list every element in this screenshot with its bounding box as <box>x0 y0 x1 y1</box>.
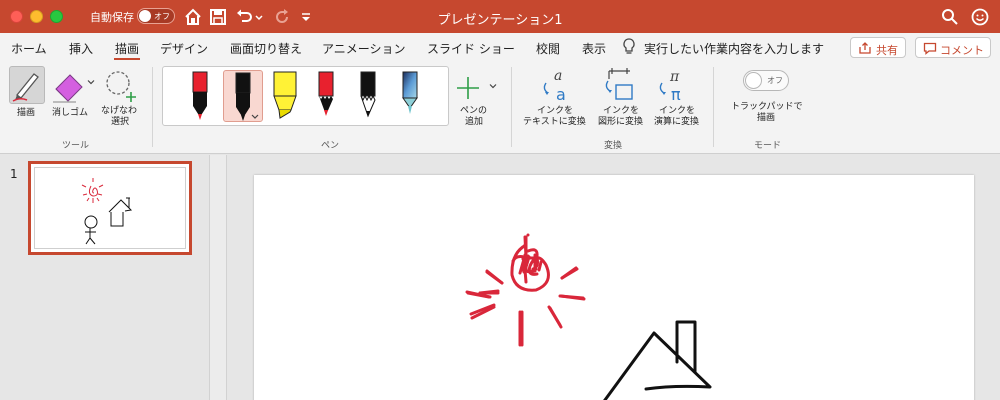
active-tab-indicator <box>114 58 140 60</box>
comments-button[interactable]: コメント <box>915 37 991 58</box>
tab-slideshow[interactable]: スライド ショー <box>427 40 515 57</box>
red-pen-icon <box>192 71 208 120</box>
eraser-dropdown-icon[interactable] <box>86 77 96 87</box>
workspace: 1 <box>0 155 1000 400</box>
lightbulb-icon <box>623 38 635 54</box>
slide-canvas[interactable] <box>254 175 974 400</box>
svg-text:π: π <box>671 85 681 103</box>
red-pencil[interactable] <box>307 70 347 122</box>
svg-text:π: π <box>669 69 680 85</box>
comments-label: コメント <box>940 44 984 57</box>
black-pencil[interactable] <box>349 70 389 122</box>
black-pencil-icon <box>360 71 376 118</box>
tab-insert[interactable]: 挿入 <box>69 40 93 57</box>
tab-transitions[interactable]: 画面切り替え <box>230 40 302 57</box>
draw-label: 描画 <box>17 108 36 118</box>
eraser-label: 消しゴム <box>52 108 89 118</box>
tab-draw[interactable]: 描画 <box>115 40 139 57</box>
tab-home[interactable]: ホーム <box>11 40 47 57</box>
trackpad-draw-toggle[interactable]: オフ <box>743 70 789 91</box>
pen-gallery <box>162 66 449 126</box>
share-icon <box>859 42 871 54</box>
thumbnail-pane-splitter[interactable] <box>209 155 227 400</box>
tools-group-label: ツール <box>62 141 90 151</box>
add-pen-dropdown-icon[interactable] <box>488 81 498 91</box>
ink-to-math-label-line2: 演算に変換 <box>654 117 700 127</box>
slide-ink-drawing <box>465 233 712 400</box>
yellow-highlighter[interactable] <box>265 70 305 122</box>
yellow-highlighter-icon <box>273 71 297 119</box>
ink-to-shape-label-line1: インクを <box>603 106 640 116</box>
ribbon-tabs: ホーム 挿入 描画 デザイン 画面切り替え アニメーション スライド ショー 校… <box>0 33 1000 61</box>
share-button[interactable]: 共有 <box>850 37 906 58</box>
share-label: 共有 <box>876 44 898 57</box>
galaxy-pen[interactable] <box>391 70 431 122</box>
draw-ribbon: 描画 消しゴム なげなわ 選択 ツール ペンの 追加 ペン a a インクを テ… <box>0 61 1000 154</box>
add-pen-label-line1: ペンの <box>460 106 488 116</box>
tab-design[interactable]: デザイン <box>160 40 208 57</box>
svg-text:a: a <box>554 68 562 84</box>
tab-animations[interactable]: アニメーション <box>322 40 406 57</box>
red-pen[interactable] <box>181 70 221 122</box>
group-separator <box>713 67 714 147</box>
svg-text:a: a <box>556 85 566 103</box>
window-title: プレゼンテーション1 <box>437 13 563 28</box>
ink-to-text-label-line2: テキストに変換 <box>523 117 586 127</box>
house-drawing <box>603 320 712 400</box>
powerpoint-window: 自動保存 オフ プレゼンテーション1 ホーム 挿入 描画 デザイン 画面切り替え… <box>0 0 1000 400</box>
convert-group-label: 変換 <box>604 141 623 151</box>
lasso-label-line1: なげなわ <box>101 106 138 116</box>
lasso-select-icon[interactable] <box>102 67 138 105</box>
thumbnail-person-sketch <box>84 215 98 245</box>
lasso-label-line2: 選択 <box>111 117 130 127</box>
ink-to-text-icon[interactable]: a a <box>540 67 576 103</box>
ink-to-math-label-line1: インクを <box>659 106 696 116</box>
thumbnail-house-sketch <box>108 197 133 227</box>
slide-thumbnail-canvas <box>34 167 186 249</box>
ink-to-shape-icon[interactable] <box>602 67 638 103</box>
sun-drawing <box>465 243 550 299</box>
draw-button[interactable] <box>9 66 45 104</box>
tab-view[interactable]: 表示 <box>582 40 606 57</box>
thumbnail-sun-sketch <box>81 178 104 203</box>
ink-to-shape-label-line2: 図形に変換 <box>598 117 644 127</box>
ink-to-math-icon[interactable]: π π <box>656 67 692 103</box>
pens-group-label: ペン <box>321 141 340 151</box>
eraser-icon[interactable] <box>50 67 90 105</box>
draw-pen-icon <box>12 73 39 102</box>
smiley-feedback-icon[interactable] <box>970 7 990 27</box>
trackpad-toggle-state: オフ <box>767 76 783 85</box>
group-separator <box>152 67 153 147</box>
add-pen-icon[interactable] <box>455 75 481 101</box>
thumbnail-drawing <box>81 178 133 245</box>
trackpad-toggle-knob <box>745 72 762 89</box>
galaxy-pen-icon <box>402 71 418 114</box>
black-pen[interactable] <box>223 70 263 122</box>
add-pen-label-line2: 追加 <box>465 117 484 127</box>
comment-icon <box>923 42 937 55</box>
tell-me-search[interactable]: 実行したい作業内容を入力します <box>644 40 824 57</box>
mode-group-label: モード <box>754 141 782 151</box>
red-pencil-icon <box>318 71 334 116</box>
tab-review[interactable]: 校閲 <box>536 40 560 57</box>
trackpad-label-line2: 描画 <box>757 113 776 123</box>
black-pen-icon <box>235 72 259 121</box>
title-bar: 自動保存 オフ プレゼンテーション1 <box>0 0 1000 33</box>
group-separator <box>511 67 512 147</box>
slide-thumbnail-pane: 1 <box>0 155 210 400</box>
ink-to-text-label-line1: インクを <box>537 106 574 116</box>
slide-thumbnail[interactable] <box>28 161 192 255</box>
trackpad-label-line1: トラックパッドで <box>731 102 803 112</box>
slide-number: 1 <box>10 167 18 181</box>
search-icon[interactable] <box>940 7 960 27</box>
